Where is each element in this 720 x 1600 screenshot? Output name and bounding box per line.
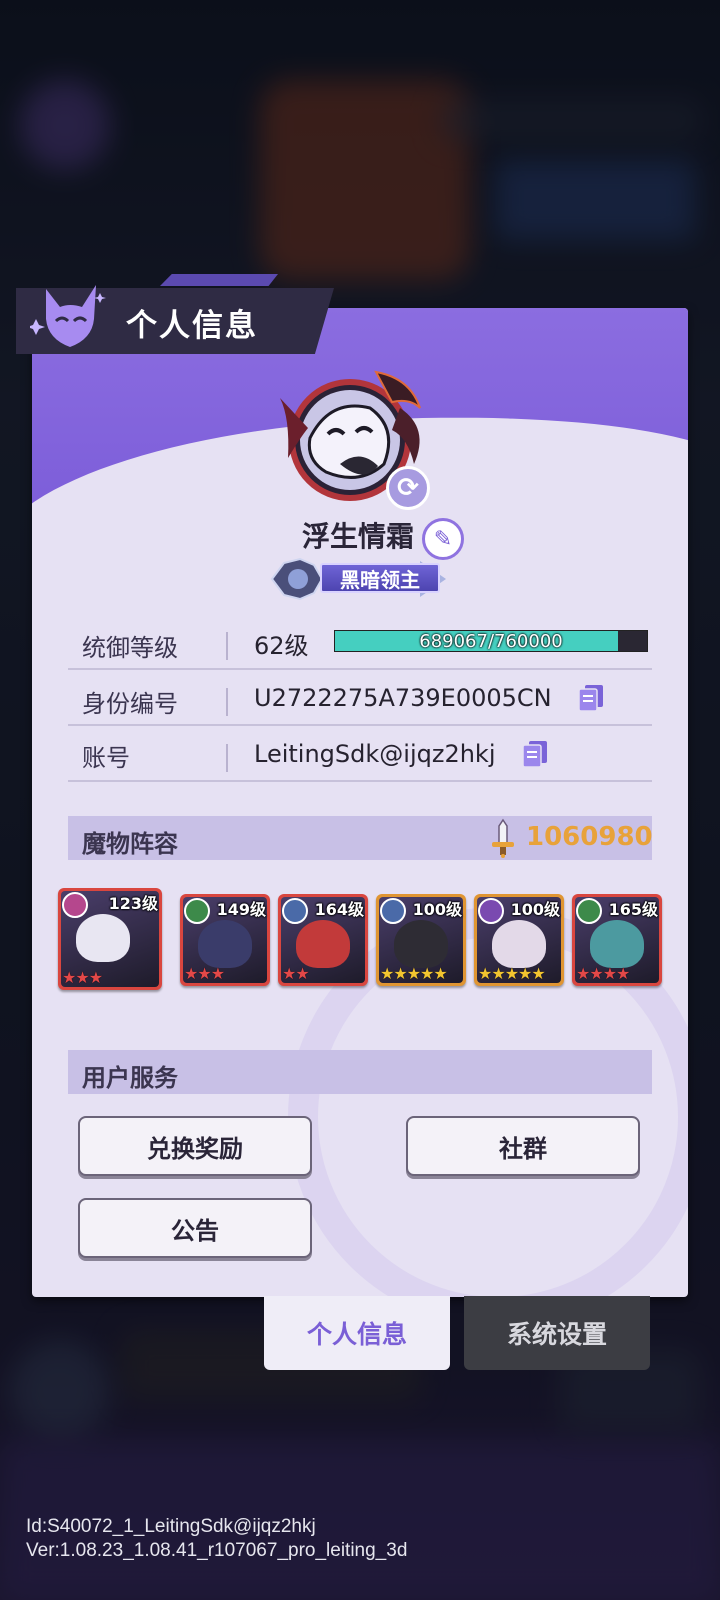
monster-face bbox=[492, 920, 546, 968]
monster-face bbox=[296, 920, 350, 968]
element-icon bbox=[478, 898, 504, 924]
redeem-button[interactable]: 兑换奖励 bbox=[78, 1116, 312, 1176]
monster-level: 123级 bbox=[108, 894, 158, 913]
element-icon bbox=[184, 898, 210, 924]
page-title: 个人信息 bbox=[126, 308, 258, 344]
services-header: 用户服务 bbox=[68, 1050, 652, 1094]
element-icon bbox=[576, 898, 602, 924]
refresh-icon[interactable]: ⟳ bbox=[386, 466, 430, 510]
lineup-power: 1060980 bbox=[526, 822, 653, 852]
exp-progress-text: 689067/760000 bbox=[419, 630, 563, 652]
element-icon bbox=[62, 892, 88, 918]
monster-face bbox=[394, 920, 448, 968]
notice-button[interactable]: 公告 bbox=[78, 1198, 312, 1258]
community-button[interactable]: 社群 bbox=[406, 1116, 640, 1176]
monster-face bbox=[76, 914, 130, 962]
id-value: U2722275A739E0005CN bbox=[254, 684, 552, 712]
monster-face bbox=[590, 920, 644, 968]
edit-icon[interactable]: ✎ bbox=[422, 518, 464, 560]
sword-icon bbox=[492, 818, 514, 858]
monster-stars: ★★★★★ bbox=[478, 964, 546, 983]
monster-stars: ★★★★ bbox=[576, 964, 630, 983]
copy-id-icon[interactable] bbox=[578, 684, 604, 712]
account-value: LeitingSdk@ijqz2hkj bbox=[254, 740, 496, 768]
monster-level: 164级 bbox=[314, 900, 364, 919]
tab-settings[interactable]: 系统设置 bbox=[464, 1296, 650, 1370]
footer-id: Id:S40072_1_LeitingSdk@ijqz2hkj bbox=[26, 1516, 316, 1537]
lineup-label: 魔物阵容 bbox=[82, 830, 178, 858]
monster-stars: ★★★★★ bbox=[380, 964, 448, 983]
monster-face bbox=[198, 920, 252, 968]
footer-version: Ver:1.08.23_1.08.41_r107067_pro_leiting_… bbox=[26, 1540, 408, 1561]
monster-card[interactable]: 149级 ★★★ bbox=[180, 894, 270, 986]
id-label: 身份编号 bbox=[82, 690, 178, 718]
monster-level: 100级 bbox=[412, 900, 462, 919]
account-label: 账号 bbox=[82, 744, 130, 772]
element-icon bbox=[380, 898, 406, 924]
monster-stars: ★★ bbox=[282, 964, 310, 983]
level-label: 统御等级 bbox=[82, 634, 178, 662]
exp-progress-bar: 689067/760000 bbox=[334, 630, 648, 652]
cat-mascot-icon bbox=[30, 285, 106, 347]
monster-level: 149级 bbox=[216, 900, 266, 919]
level-value: 62级 bbox=[254, 632, 309, 660]
monster-card[interactable]: 100级 ★★★★★ bbox=[376, 894, 466, 986]
copy-account-icon[interactable] bbox=[522, 740, 548, 768]
element-icon bbox=[282, 898, 308, 924]
monster-level: 165级 bbox=[608, 900, 658, 919]
monster-card[interactable]: 123级 ★★★ bbox=[58, 888, 162, 990]
monster-card[interactable]: 100级 ★★★★★ bbox=[474, 894, 564, 986]
monster-level: 100级 bbox=[510, 900, 560, 919]
services-label: 用户服务 bbox=[82, 1064, 178, 1092]
title-badge: 黑暗领主 bbox=[320, 563, 440, 593]
monster-card[interactable]: 164级 ★★ bbox=[278, 894, 368, 986]
title-stripe bbox=[160, 274, 278, 286]
monster-stars: ★★★ bbox=[62, 968, 103, 987]
monster-card[interactable]: 165级 ★★★★ bbox=[572, 894, 662, 986]
player-name: 浮生情霜 bbox=[302, 520, 415, 553]
tab-profile[interactable]: 个人信息 bbox=[264, 1296, 450, 1370]
monster-stars: ★★★ bbox=[184, 964, 225, 983]
